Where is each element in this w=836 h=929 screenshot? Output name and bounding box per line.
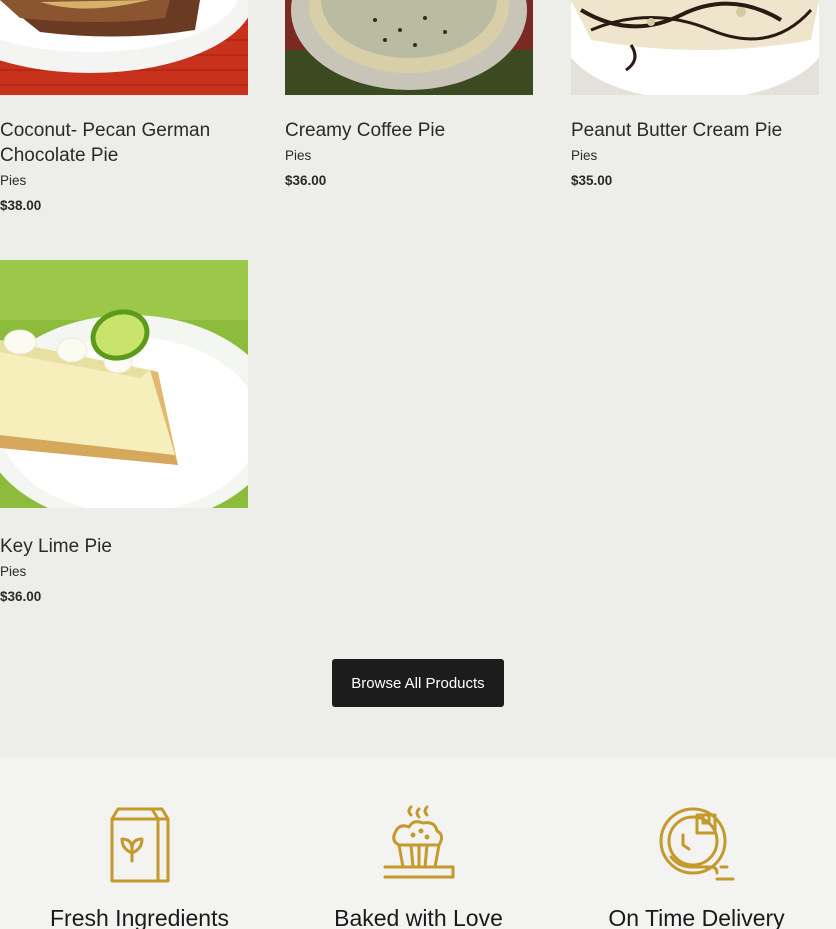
product-price: $36.00 xyxy=(285,173,327,188)
product-card[interactable]: Key Lime Pie Pies $36.00 xyxy=(0,260,248,604)
feature-title: Baked with Love xyxy=(334,905,503,929)
product-price: $38.00 xyxy=(0,198,42,213)
feature-baked-with-love: Baked with Love xyxy=(279,757,558,929)
product-price: $35.00 xyxy=(571,173,613,188)
product-category[interactable]: Pies xyxy=(285,148,533,163)
delivery-clock-icon xyxy=(657,805,737,888)
feature-title: On Time Delivery xyxy=(608,905,785,929)
product-name[interactable]: Peanut Butter Cream Pie xyxy=(571,118,819,143)
product-category[interactable]: Pies xyxy=(0,173,248,188)
coconut-pecan-pie-photo xyxy=(0,0,248,95)
product-card[interactable]: Peanut Butter Cream Pie Pies $35.00 xyxy=(571,0,819,188)
product-image[interactable] xyxy=(571,0,819,95)
product-category[interactable]: Pies xyxy=(0,564,248,579)
features-section: Fresh Ingredients Baked with Love On Tim… xyxy=(0,757,836,929)
feature-on-time-delivery: On Time Delivery xyxy=(557,757,836,929)
baked-muffin-icon xyxy=(381,805,457,886)
key-lime-pie-photo xyxy=(0,260,248,508)
product-card[interactable]: Creamy Coffee Pie Pies $36.00 xyxy=(285,0,533,188)
ingredients-bag-icon xyxy=(108,805,172,890)
browse-all-products-button[interactable]: Browse All Products xyxy=(332,659,504,707)
product-image[interactable] xyxy=(0,0,248,95)
peanut-butter-pie-photo xyxy=(571,0,819,95)
product-card[interactable]: Coconut- Pecan German Chocolate Pie Pies… xyxy=(0,0,248,213)
creamy-coffee-pie-photo xyxy=(285,0,533,95)
product-image[interactable] xyxy=(0,260,248,508)
product-name[interactable]: Key Lime Pie xyxy=(0,534,248,559)
product-category[interactable]: Pies xyxy=(571,148,819,163)
product-image[interactable] xyxy=(285,0,533,95)
product-name[interactable]: Creamy Coffee Pie xyxy=(285,118,533,143)
product-price: $36.00 xyxy=(0,589,42,604)
product-name[interactable]: Coconut- Pecan German Chocolate Pie xyxy=(0,118,248,168)
feature-title: Fresh Ingredients xyxy=(50,905,229,929)
feature-fresh-ingredients: Fresh Ingredients xyxy=(0,757,279,929)
product-grid: Coconut- Pecan German Chocolate Pie Pies… xyxy=(0,0,836,757)
